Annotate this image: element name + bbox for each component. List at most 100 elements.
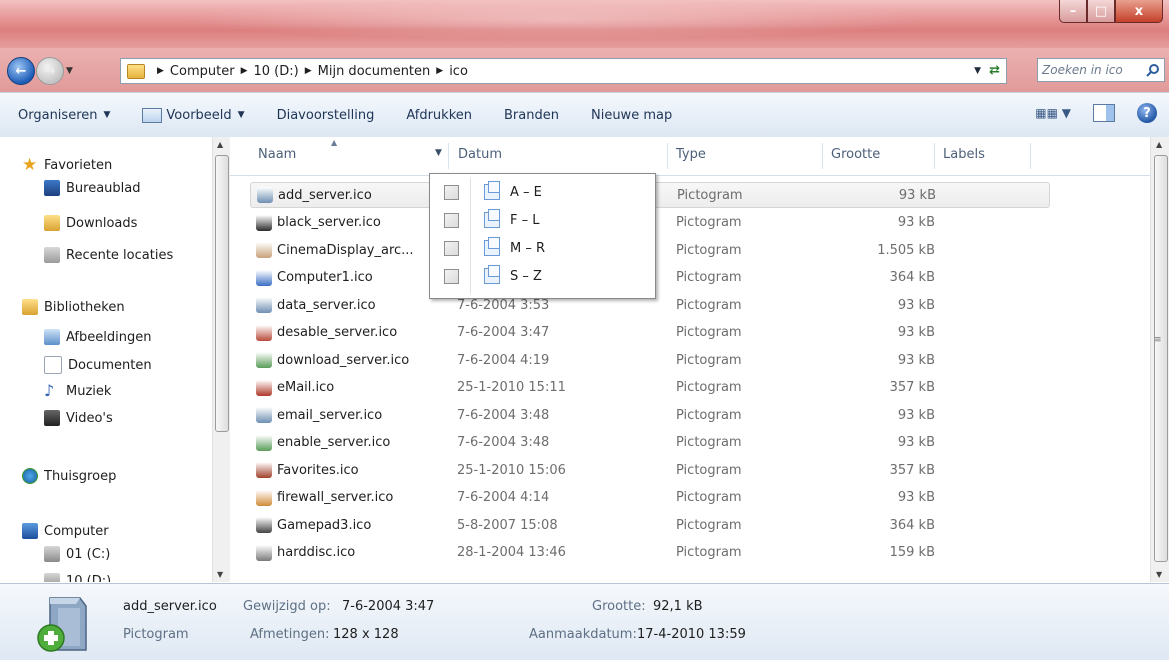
breadcrumb-computer[interactable]: Computer (170, 64, 235, 79)
file-icon (256, 324, 272, 341)
back-button[interactable]: ← (7, 57, 35, 85)
file-date: 25-1-2010 15:11 (457, 380, 566, 395)
file-icon (256, 517, 272, 533)
preview-icon (142, 107, 163, 123)
nav-computer[interactable]: Computer (22, 523, 109, 539)
table-row[interactable]: Gamepad3.ico 5-8-2007 15:08 Pictogram 364 k… (250, 512, 1050, 538)
chevron-right-icon[interactable]: ▶ (157, 66, 164, 76)
file-name-cell: black_server.ico (256, 214, 381, 231)
file-name: Computer1.ico (277, 270, 373, 285)
file-name-cell: add_server.ico (257, 187, 372, 203)
details-created-value[interactable]: 17-4-2010 13:59 (637, 627, 746, 642)
address-bar[interactable]: ▶ Computer ▶ 10 (D:) ▶ Mijn documenten ▶… (120, 58, 1007, 84)
file-icon (256, 379, 272, 396)
column-labels[interactable]: Labels (943, 147, 985, 162)
slideshow-button[interactable]: Diavoorstelling (277, 108, 375, 123)
homegroup-icon (22, 468, 38, 484)
file-name: black_server.ico (277, 215, 381, 230)
filter-checkbox[interactable] (444, 268, 459, 284)
scroll-up-icon[interactable]: ▲ (217, 140, 223, 149)
filter-option-label: A – E (510, 184, 542, 200)
table-row[interactable]: download_server.ico 7-6-2004 4:19 Pictogra… (250, 347, 1050, 373)
file-name-cell: email_server.ico (256, 407, 382, 423)
scroll-up-icon[interactable]: ▲ (1156, 140, 1162, 149)
details-modified-value[interactable]: 7-6-2004 3:47 (342, 599, 434, 614)
filter-dropdown-icon[interactable]: ▼ (435, 148, 442, 158)
close-button[interactable]: x (1115, 0, 1163, 23)
table-row[interactable]: Favorites.ico 25-1-2010 15:06 Pictogram 357… (250, 457, 1050, 483)
table-row[interactable]: harddisc.ico 28-1-2004 13:46 Pictogram 159 … (250, 540, 1050, 566)
file-type: Pictogram (676, 297, 742, 313)
nav-scroll-thumb[interactable] (215, 155, 229, 432)
preview-pane-icon[interactable] (1093, 104, 1115, 122)
filter-option-f-l[interactable]: F – L (430, 207, 655, 233)
column-type[interactable]: Type (676, 147, 706, 162)
chevron-right-icon[interactable]: ▶ (241, 66, 248, 76)
print-button[interactable]: Afdrukken (406, 108, 472, 123)
scroll-down-icon[interactable]: ▼ (1156, 570, 1162, 579)
maximize-button[interactable]: □ (1087, 0, 1115, 23)
pictures-icon (44, 329, 60, 345)
search-input[interactable]: Zoeken in ico (1037, 58, 1165, 82)
address-dropdown-icon[interactable]: ▼ (974, 66, 981, 76)
nav-homegroup[interactable]: Thuisgroep (22, 468, 116, 484)
chevron-right-icon[interactable]: ▶ (436, 66, 443, 76)
nav-scrollbar[interactable]: ▲ ▼ (212, 137, 230, 582)
filter-option-a-e[interactable]: A – E (430, 179, 655, 205)
table-row[interactable]: eMail.ico 25-1-2010 15:11 Pictogram 357 kB (250, 375, 1050, 401)
filter-checkbox[interactable] (444, 240, 459, 256)
nav-music[interactable]: ♪ Muziek (44, 383, 111, 399)
chevron-right-icon[interactable]: ▶ (305, 66, 312, 76)
nav-libraries[interactable]: Bibliotheken (22, 299, 125, 315)
filter-checkbox[interactable] (444, 184, 459, 200)
file-name: firewall_server.ico (277, 490, 394, 505)
desktop-icon (44, 180, 60, 196)
filter-option-m-r[interactable]: M – R (430, 235, 655, 261)
video-icon (44, 410, 60, 426)
minimize-button[interactable]: – (1059, 0, 1087, 23)
filter-checkbox[interactable] (444, 212, 459, 228)
nav-drive-d[interactable]: 10 (D:) (44, 573, 111, 582)
new-folder-button[interactable]: Nieuwe map (591, 108, 672, 123)
column-size[interactable]: Grootte (831, 147, 880, 162)
breadcrumb-drive[interactable]: 10 (D:) (253, 64, 298, 79)
file-name-cell: CinemaDisplay_arc... (256, 242, 414, 258)
nav-libraries-label: Bibliotheken (44, 299, 125, 315)
file-date: 7-6-2004 4:14 (457, 490, 550, 505)
scroll-down-icon[interactable]: ▼ (217, 570, 223, 579)
breadcrumb-my-documents[interactable]: Mijn documenten (318, 64, 431, 79)
column-date[interactable]: Datum (458, 147, 502, 162)
burn-button[interactable]: Branden (504, 108, 559, 123)
nav-recent[interactable]: Recente locaties (44, 247, 173, 263)
file-date: 7-6-2004 3:48 (457, 407, 550, 423)
change-view-icon[interactable]: ▦▦ ▼ (1035, 106, 1071, 120)
nav-desktop[interactable]: Bureaublad (44, 180, 141, 196)
refresh-icon[interactable]: ⇄ (989, 63, 1000, 78)
nav-pictures[interactable]: Afbeeldingen (44, 329, 151, 345)
forward-button[interactable]: → (36, 57, 64, 85)
preview-button[interactable]: Voorbeeld ▼ (142, 107, 245, 123)
organize-button[interactable]: Organiseren ▼ (18, 108, 110, 123)
file-name: download_server.ico (277, 352, 410, 368)
nav-documents[interactable]: Documenten (44, 356, 152, 374)
nav-computer-label: Computer (44, 523, 109, 539)
title-bar[interactable]: – □ x (0, 0, 1169, 50)
table-row[interactable]: firewall_server.ico 7-6-2004 4:14 Pictogra… (250, 485, 1050, 511)
table-row[interactable]: email_server.ico 7-6-2004 3:48 Pictogram 93… (250, 402, 1050, 428)
file-list-scroll-thumb[interactable] (1154, 155, 1168, 562)
recent-pages-dropdown-icon[interactable]: ▼ (66, 66, 73, 76)
column-name[interactable]: Naam (258, 147, 296, 162)
search-icon[interactable] (1146, 63, 1160, 77)
file-date: 5-8-2007 15:08 (457, 517, 558, 533)
help-icon[interactable]: ? (1137, 103, 1157, 123)
nav-downloads[interactable]: Downloads (44, 215, 137, 231)
table-row[interactable]: desable_server.ico 7-6-2004 3:47 Pictogram… (250, 320, 1050, 346)
breadcrumb-ico[interactable]: ico (449, 64, 468, 79)
filter-option-s-z[interactable]: S – Z (430, 263, 655, 289)
nav-drive-c[interactable]: 01 (C:) (44, 546, 110, 562)
nav-favorites[interactable]: ★ Favorieten (22, 157, 112, 174)
file-list-scrollbar[interactable]: ▲ ≡ ▼ (1150, 137, 1169, 582)
music-note-icon: ♪ (44, 381, 55, 400)
table-row[interactable]: enable_server.ico 7-6-2004 3:48 Pictogram 9… (250, 430, 1050, 456)
nav-videos[interactable]: Video's (44, 410, 113, 426)
